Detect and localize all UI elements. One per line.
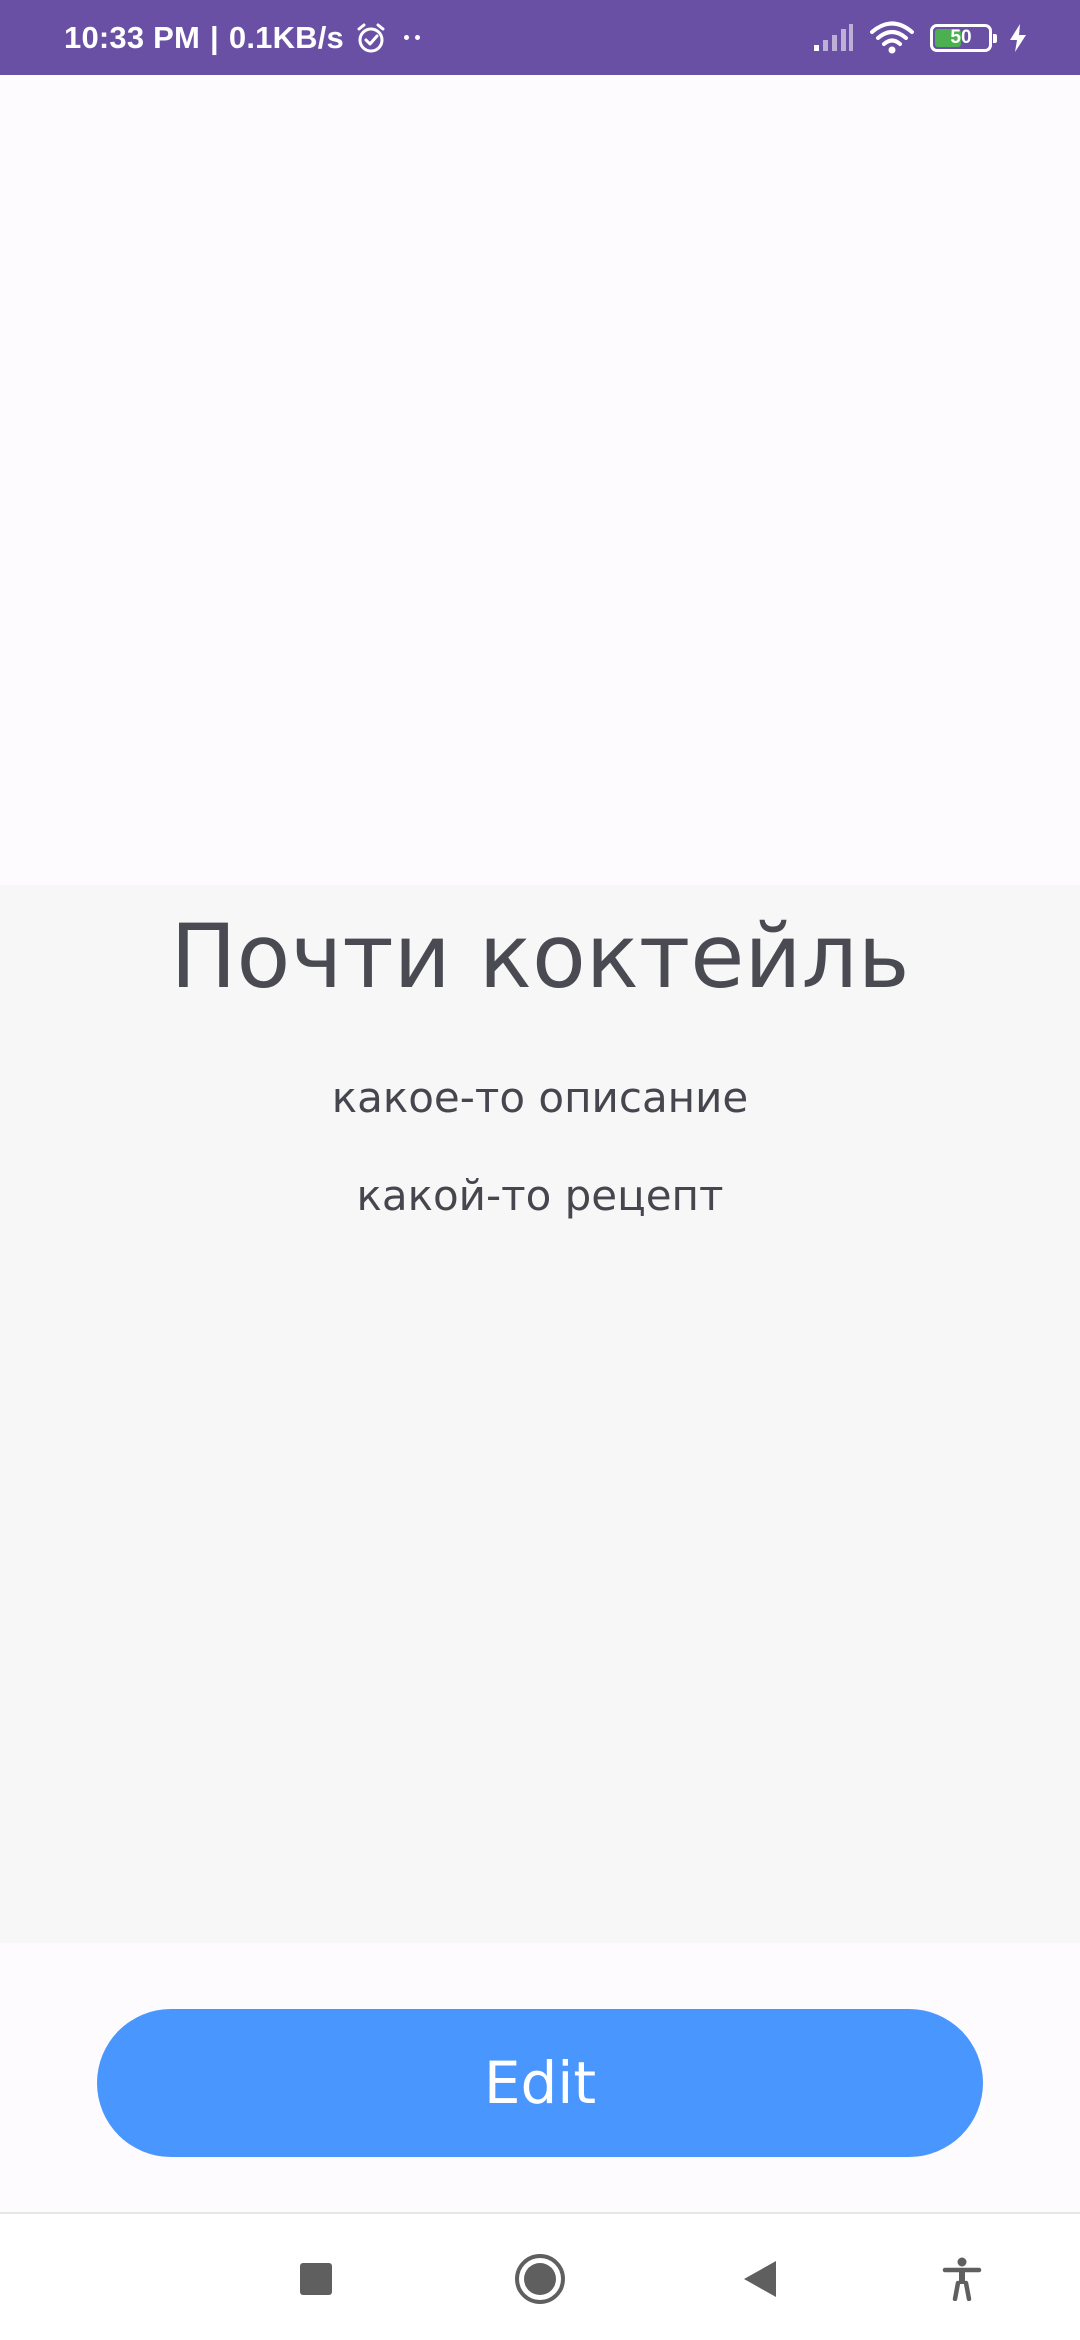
wifi-icon [870, 21, 914, 55]
status-left: 10:33 PM | 0.1KB/s [64, 20, 420, 56]
back-icon[interactable] [725, 2244, 795, 2314]
cocktail-card: Почти коктейль какое-то описание какой-т… [0, 885, 1080, 1943]
status-net-speed: 0.1KB/s [228, 19, 344, 55]
cocktail-description: какое-то описание [331, 1073, 749, 1122]
cocktail-title: Почти коктейль [170, 905, 910, 1008]
signal-icon [812, 23, 854, 53]
accessibility-icon[interactable] [927, 2244, 997, 2314]
charging-icon [1008, 23, 1028, 53]
cocktail-recipe: какой-то рецепт [356, 1171, 724, 1220]
status-bar: 10:33 PM | 0.1KB/s 50 [0, 0, 1080, 75]
more-dots-icon [404, 35, 420, 40]
alarm-icon [354, 21, 388, 55]
home-icon[interactable] [505, 2244, 575, 2314]
edit-button[interactable]: Edit [97, 2009, 983, 2157]
status-time: 10:33 PM [64, 19, 200, 55]
battery-icon: 50 [930, 23, 997, 52]
navigation-bar [0, 2212, 1080, 2340]
battery-percent: 50 [950, 26, 972, 48]
battery-nub [993, 33, 997, 43]
recents-icon[interactable] [281, 2244, 351, 2314]
status-separator: | [210, 19, 219, 55]
status-right: 50 [812, 21, 1028, 55]
image-area [0, 75, 1080, 885]
